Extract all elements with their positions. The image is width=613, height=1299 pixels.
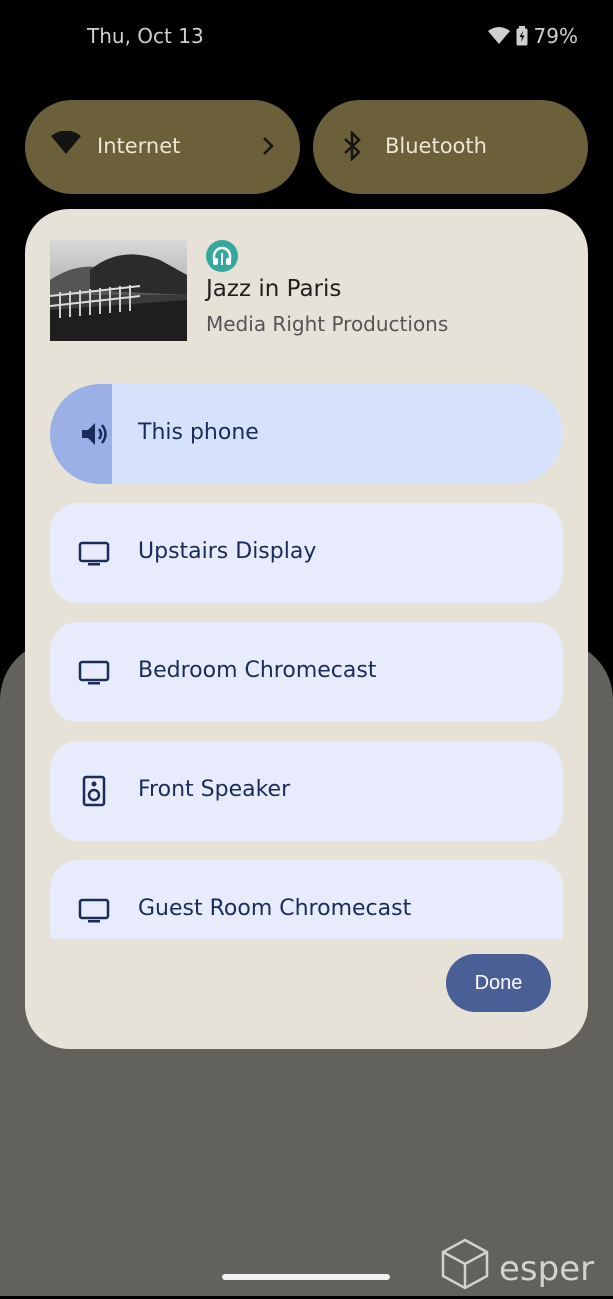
tv-icon <box>78 537 110 569</box>
internet-tile-label: Internet <box>97 134 181 158</box>
bluetooth-icon <box>339 129 365 166</box>
device-guest-room-chromecast[interactable]: Guest Room Chromecast <box>50 860 563 939</box>
device-label: This phone <box>138 420 259 445</box>
device-bedroom-chromecast[interactable]: Bedroom Chromecast <box>50 622 563 722</box>
status-date: Thu, Oct 13 <box>87 24 204 48</box>
device-label: Guest Room Chromecast <box>138 896 412 921</box>
bluetooth-tile[interactable]: Bluetooth <box>313 100 588 194</box>
wifi-icon <box>51 130 81 160</box>
esper-watermark: esper <box>441 1238 594 1299</box>
bluetooth-tile-label: Bluetooth <box>385 134 487 158</box>
esper-logo-icon <box>441 1238 489 1299</box>
album-art <box>50 240 187 341</box>
tv-icon <box>78 656 110 688</box>
device-this-phone[interactable]: This phone <box>50 384 563 484</box>
headphones-icon <box>206 240 238 272</box>
speaker-icon <box>78 775 110 807</box>
device-label: Front Speaker <box>138 777 291 802</box>
speaker-volume-icon <box>78 418 110 450</box>
device-front-speaker[interactable]: Front Speaker <box>50 741 563 841</box>
internet-tile[interactable]: Internet <box>25 100 300 194</box>
esper-wordmark: esper <box>499 1248 595 1289</box>
device-upstairs-display[interactable]: Upstairs Display <box>50 503 563 603</box>
status-bar: Thu, Oct 13 79% <box>0 0 613 72</box>
done-button[interactable]: Done <box>446 954 551 1012</box>
battery-level: 79% <box>533 24 578 48</box>
battery-icon <box>516 26 528 46</box>
wifi-status-icon <box>487 27 510 45</box>
device-label: Upstairs Display <box>138 539 317 564</box>
device-label: Bedroom Chromecast <box>138 658 377 683</box>
song-artist: Media Right Productions <box>206 312 449 336</box>
home-gesture-bar[interactable] <box>222 1274 390 1280</box>
song-title: Jazz in Paris <box>206 276 342 302</box>
media-output-dialog: Jazz in Paris Media Right Productions Th… <box>25 209 588 1049</box>
chevron-right-icon <box>262 136 274 161</box>
tv-icon <box>78 894 110 926</box>
status-icons: 79% <box>487 24 578 48</box>
device-list[interactable]: This phone Upstairs Display Bedroom Chro… <box>50 384 563 939</box>
